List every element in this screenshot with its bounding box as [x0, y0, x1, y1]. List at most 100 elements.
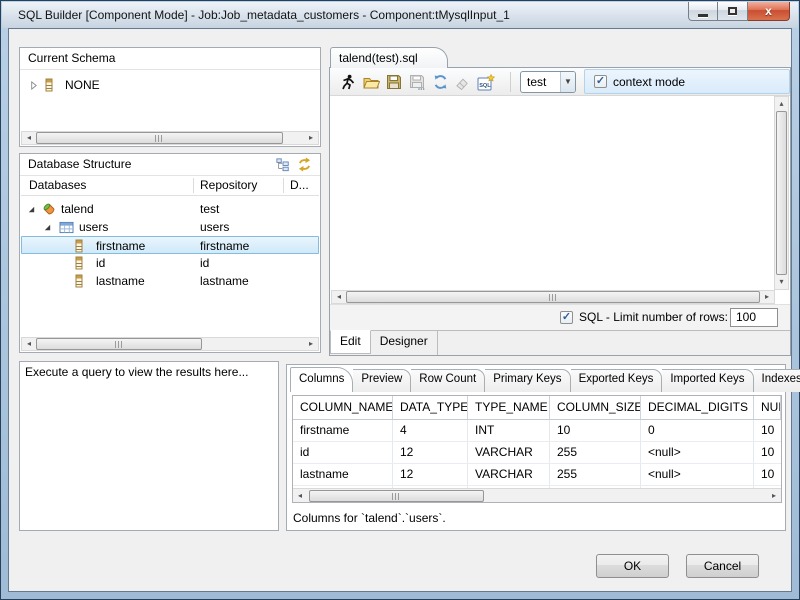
header-num[interactable]: NUM	[754, 396, 781, 419]
maximize-button[interactable]	[718, 2, 748, 21]
table-hscrollbar[interactable]: ◂ ▸	[293, 488, 781, 502]
title-bar[interactable]: SQL Builder [Component Mode] - Job:Job_m…	[2, 2, 798, 28]
database-structure-title: Database Structure	[28, 157, 131, 171]
save-as-button[interactable]	[407, 72, 427, 92]
scroll-right-icon[interactable]: ▸	[304, 338, 318, 350]
context-combo[interactable]: test ▼	[520, 71, 576, 93]
minimize-button[interactable]	[688, 2, 718, 21]
columns-table: COLUMN_NAME DATA_TYPE TYPE_NAME COLUMN_S…	[292, 395, 782, 503]
database-structure-hscrollbar[interactable]: ◂ ▸	[21, 337, 319, 351]
current-schema-hscrollbar[interactable]: ◂ ▸	[21, 131, 319, 145]
detail-panel: Columns Preview Row Count Primary Keys E…	[286, 364, 786, 531]
tree-item-label: firstname	[96, 237, 145, 255]
cell: INT	[468, 420, 550, 441]
sql-limit-input[interactable]: 100	[730, 308, 778, 327]
sql-query-textarea[interactable]	[331, 96, 774, 290]
table-row[interactable]: lastname 12 VARCHAR 255 <null> 10	[293, 464, 781, 486]
cell: 10	[550, 420, 641, 441]
scroll-up-icon[interactable]: ▴	[775, 97, 788, 111]
tab-indexes[interactable]: Indexes	[754, 369, 800, 392]
database-icon	[41, 200, 57, 218]
dialog-window: SQL Builder [Component Mode] - Job:Job_m…	[0, 0, 800, 600]
table-row[interactable]: id 12 VARCHAR 255 <null> 10	[293, 442, 781, 464]
column-header-d[interactable]: D...	[290, 176, 309, 195]
table-row[interactable]: firstname 4 INT 10 0 10	[293, 420, 781, 442]
sql-vscrollbar[interactable]: ▴ ▾	[774, 96, 789, 290]
scroll-right-icon[interactable]: ▸	[767, 490, 781, 502]
column-icon	[75, 272, 83, 290]
window-title: SQL Builder [Component Mode] - Job:Job_m…	[18, 8, 510, 22]
tree-row-lastname[interactable]: lastname lastname	[21, 272, 319, 290]
cell: 0	[641, 420, 754, 441]
tab-exported-keys[interactable]: Exported Keys	[571, 369, 663, 392]
cell: <null>	[641, 442, 754, 463]
refresh-icon[interactable]	[297, 157, 312, 172]
tree-item-repository: users	[200, 218, 229, 236]
tab-designer[interactable]: Designer	[371, 331, 438, 355]
header-column-size[interactable]: COLUMN_SIZE	[550, 396, 641, 419]
tab-primary-keys[interactable]: Primary Keys	[485, 369, 570, 392]
context-mode-toggle[interactable]: ✓ context mode	[584, 69, 790, 94]
cell: id	[293, 442, 393, 463]
tab-sql-file[interactable]: talend(test).sql	[330, 47, 448, 68]
tree-row-users[interactable]: users users	[21, 218, 319, 236]
sql-hscrollbar[interactable]: ◂ ▸	[331, 290, 775, 304]
sql-file-tab-label: talend(test).sql	[339, 51, 418, 65]
tab-edit[interactable]: Edit	[330, 330, 371, 354]
column-icon	[75, 254, 83, 272]
expand-expanded-icon[interactable]	[43, 218, 52, 236]
cell: 12	[393, 442, 468, 463]
scroll-left-icon[interactable]: ◂	[332, 291, 346, 303]
run-query-button[interactable]	[338, 72, 358, 92]
clear-button[interactable]	[452, 72, 472, 92]
tab-columns[interactable]: Columns	[290, 367, 353, 392]
scroll-left-icon[interactable]: ◂	[22, 132, 36, 144]
current-schema-panel: Current Schema NONE ◂ ▸	[19, 47, 321, 147]
cancel-button[interactable]: Cancel	[686, 554, 759, 578]
database-structure-panel: Database Structure Databases Repository …	[19, 153, 321, 353]
scroll-right-icon[interactable]: ▸	[304, 132, 318, 144]
scroll-left-icon[interactable]: ◂	[293, 490, 307, 502]
column-header-repository[interactable]: Repository	[200, 176, 257, 195]
expand-expanded-icon[interactable]	[27, 200, 36, 218]
scroll-left-icon[interactable]: ◂	[22, 338, 36, 350]
scroll-right-icon[interactable]: ▸	[760, 291, 774, 303]
column-header-databases[interactable]: Databases	[29, 176, 86, 195]
close-button[interactable]: x	[748, 2, 790, 21]
sql-limit-checkbox[interactable]: ✓	[560, 311, 573, 324]
open-file-button[interactable]	[361, 72, 381, 92]
results-placeholder-text: Execute a query to view the results here…	[20, 362, 278, 382]
tree-row-talend[interactable]: talend test	[21, 200, 319, 218]
tab-imported-keys[interactable]: Imported Keys	[662, 369, 753, 392]
collapse-tree-icon[interactable]	[276, 158, 290, 172]
scroll-down-icon[interactable]: ▾	[775, 275, 788, 289]
refresh-sql-button[interactable]	[430, 72, 450, 92]
tree-item-repository: id	[200, 254, 209, 272]
tree-item-label: NONE	[65, 76, 100, 94]
tree-column-headers[interactable]: Databases Repository D...	[21, 176, 319, 196]
context-mode-checkbox[interactable]: ✓	[594, 75, 607, 88]
tree-row-firstname[interactable]: firstname firstname	[21, 236, 319, 254]
tree-row-id[interactable]: id id	[21, 254, 319, 272]
tree-item-repository: lastname	[200, 272, 249, 290]
database-structure-header: Database Structure	[20, 154, 320, 176]
header-type-name[interactable]: TYPE_NAME	[468, 396, 550, 419]
tab-preview[interactable]: Preview	[353, 369, 411, 392]
new-sql-editor-button[interactable]: SQL	[476, 72, 496, 92]
cell: 10	[754, 442, 781, 463]
cell: firstname	[293, 420, 393, 441]
header-data-type[interactable]: DATA_TYPE	[393, 396, 468, 419]
table-header-row[interactable]: COLUMN_NAME DATA_TYPE TYPE_NAME COLUMN_S…	[293, 396, 781, 420]
ok-button[interactable]: OK	[596, 554, 669, 578]
tree-item-repository: test	[200, 200, 219, 218]
tab-row-count[interactable]: Row Count	[411, 369, 485, 392]
save-button[interactable]	[384, 72, 404, 92]
expand-collapsed-icon[interactable]	[29, 76, 38, 94]
tree-item-label: talend	[61, 200, 94, 218]
header-column-name[interactable]: COLUMN_NAME	[293, 396, 393, 419]
chevron-down-icon: ▼	[560, 72, 575, 92]
close-icon: x	[765, 4, 772, 18]
header-decimal-digits[interactable]: DECIMAL_DIGITS	[641, 396, 754, 419]
tree-row-none[interactable]: NONE	[21, 76, 319, 94]
table-icon	[59, 218, 74, 236]
